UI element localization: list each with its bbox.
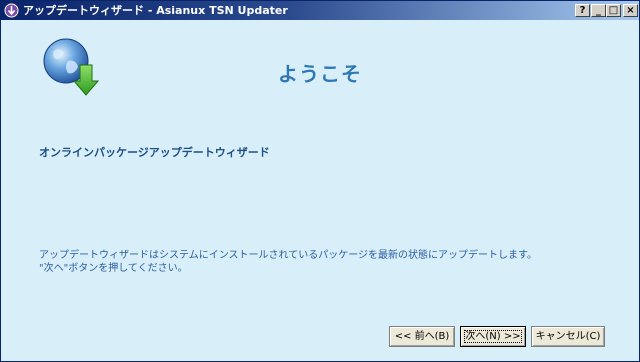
- welcome-heading-text: ようこそ: [278, 62, 362, 86]
- title-bar[interactable]: アップデートウィザード - Asianux TSN Updater ? _ □ …: [1, 1, 639, 20]
- next-button-label: 次へ(N) >>: [465, 331, 521, 342]
- help-button[interactable]: ?: [575, 4, 590, 17]
- close-button[interactable]: ×: [623, 4, 638, 17]
- back-button-label: << 前へ(B): [394, 331, 450, 342]
- maximize-button[interactable]: □: [606, 4, 621, 17]
- back-button[interactable]: << 前へ(B): [389, 326, 455, 347]
- wizard-content: ようこそ オンラインパッケージアップデートウィザード アップデートウィザードはシ…: [2, 21, 638, 361]
- maximize-icon: □: [608, 5, 619, 16]
- next-button[interactable]: 次へ(N) >>: [460, 326, 526, 347]
- help-icon: ?: [579, 5, 586, 16]
- wizard-description: アップデートウィザードはシステムにインストールされているパッケージを最新の状態に…: [39, 249, 537, 275]
- description-line-1: アップデートウィザードはシステムにインストールされているパッケージを最新の状態に…: [39, 250, 537, 261]
- wizard-window: アップデートウィザード - Asianux TSN Updater ? _ □ …: [0, 0, 640, 362]
- minimize-icon: _: [596, 5, 601, 16]
- description-line-2: "次へ"ボタンを押してください。: [39, 263, 188, 274]
- app-icon: [4, 3, 19, 18]
- wizard-subtitle: オンラインパッケージアップデートウィザード: [39, 146, 270, 159]
- close-icon: ×: [626, 5, 635, 16]
- cancel-button-label: キャンセル(C): [535, 331, 601, 342]
- window-title: アップデートウィザード - Asianux TSN Updater: [23, 4, 288, 17]
- welcome-heading: ようこそ: [2, 58, 638, 87]
- cancel-button[interactable]: キャンセル(C): [531, 326, 605, 347]
- minimize-button[interactable]: _: [591, 4, 606, 17]
